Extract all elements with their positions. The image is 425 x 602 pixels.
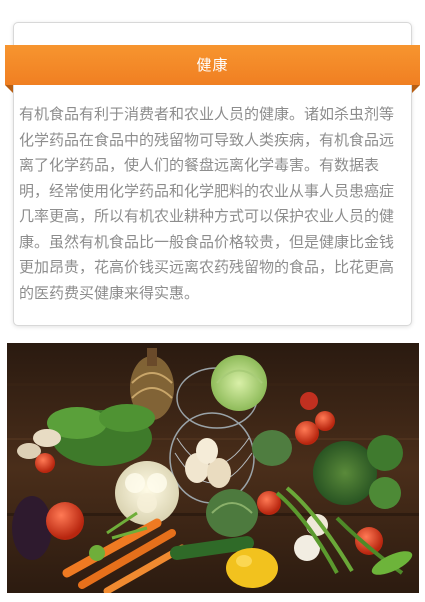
section-title: 健康 (196, 56, 229, 74)
health-paragraph: 有机食品有利于消费者和农业人员的健康。诸如杀虫剂等化学药品在食品中的残留物可导致… (19, 105, 395, 302)
vegetables-photo (7, 343, 419, 593)
page: 健康 有机食品有利于消费者和农业人员的健康。诸如杀虫剂等化学药品在食品中的残留物… (0, 0, 425, 602)
section-title-ribbon: 健康 (5, 45, 420, 85)
vegetables-illustration (7, 343, 419, 593)
ribbon-fold-right (412, 85, 420, 93)
ribbon-fold-left (5, 85, 13, 93)
